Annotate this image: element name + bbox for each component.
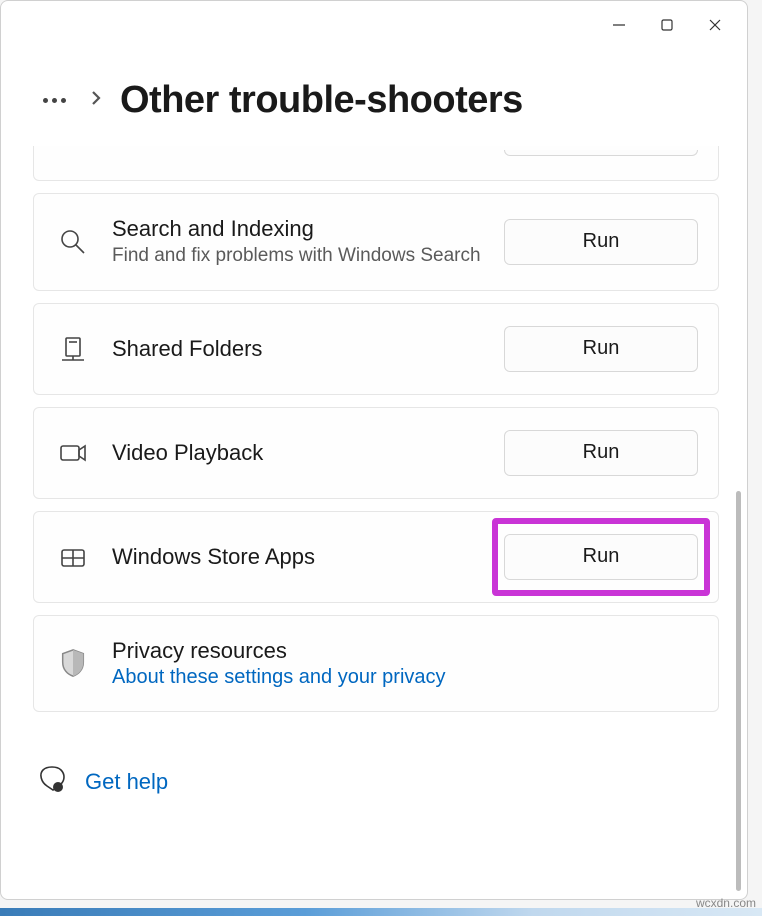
item-title: Search and Indexing <box>112 216 482 242</box>
search-icon <box>56 227 90 257</box>
highlight-box: Run <box>492 518 710 596</box>
store-apps-icon <box>56 542 90 572</box>
get-help-link[interactable]: Get help <box>85 769 168 795</box>
scrollbar-thumb[interactable] <box>736 491 741 891</box>
watermark: wcxdn.com <box>696 896 756 910</box>
titlebar <box>1 1 747 49</box>
more-icon[interactable] <box>37 92 72 109</box>
settings-window: Other trouble-shooters Search and Indexi… <box>0 0 748 900</box>
troubleshooter-card-video-playback: Video Playback Run <box>33 407 719 499</box>
shield-icon <box>56 648 90 678</box>
svg-text:?: ? <box>56 785 60 792</box>
maximize-button[interactable] <box>643 5 691 45</box>
privacy-resources-card: Privacy resources About these settings a… <box>33 615 719 712</box>
header: Other trouble-shooters <box>1 49 747 146</box>
footer: ? Get help <box>33 724 719 829</box>
taskbar-sliver <box>0 908 762 916</box>
shared-folders-icon <box>56 334 90 364</box>
item-title: Windows Store Apps <box>112 544 482 570</box>
troubleshooter-card-search: Search and Indexing Find and fix problem… <box>33 193 719 291</box>
close-button[interactable] <box>691 5 739 45</box>
run-button[interactable]: Run <box>504 326 698 372</box>
run-button-partial[interactable] <box>504 150 698 156</box>
run-button[interactable]: Run <box>504 430 698 476</box>
troubleshooter-card-shared-folders: Shared Folders Run <box>33 303 719 395</box>
item-title: Video Playback <box>112 440 482 466</box>
item-title: Shared Folders <box>112 336 482 362</box>
chevron-right-icon <box>88 90 104 111</box>
item-description: Find and fix problems with Windows Searc… <box>112 244 482 268</box>
video-icon <box>56 438 90 468</box>
troubleshooter-card-partial <box>33 146 719 181</box>
run-button[interactable]: Run <box>504 219 698 265</box>
minimize-button[interactable] <box>595 5 643 45</box>
troubleshooter-card-windows-store-apps: Windows Store Apps Run <box>33 511 719 603</box>
scrollbar[interactable] <box>736 171 741 891</box>
item-title: Privacy resources <box>112 638 698 664</box>
content-area: Search and Indexing Find and fix problem… <box>1 146 747 899</box>
privacy-link[interactable]: About these settings and your privacy <box>112 666 698 689</box>
run-button[interactable]: Run <box>504 534 698 580</box>
help-icon: ? <box>39 766 67 799</box>
page-title: Other trouble-shooters <box>120 79 523 122</box>
